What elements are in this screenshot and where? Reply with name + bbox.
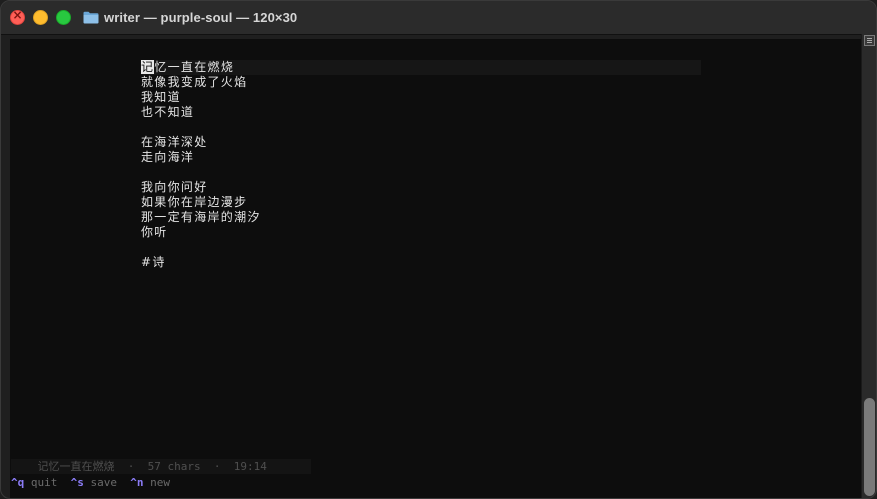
shortcut-label-save: save: [90, 476, 118, 489]
status-title: 记忆一直在燃烧: [37, 460, 115, 473]
close-window-button[interactable]: [10, 8, 25, 25]
folder-icon: [83, 11, 99, 23]
shortcut-key-save[interactable]: ^s: [71, 476, 84, 489]
editor-line[interactable]: 我知道: [141, 90, 701, 105]
scrollbar-thumb[interactable]: [864, 398, 875, 496]
shortcut-key-quit[interactable]: ^q: [11, 476, 24, 489]
editor-line[interactable]: 走向海洋: [141, 150, 701, 165]
window-title-group: writer — purple-soul — 120×30: [83, 8, 297, 26]
editor-line[interactable]: 在海洋深处: [141, 135, 701, 150]
vertical-scrollbar[interactable]: [861, 34, 876, 498]
editor-line[interactable]: [141, 165, 701, 180]
shortcut-label-quit: quit: [30, 476, 58, 489]
editor-line[interactable]: 如果你在岸边漫步: [141, 195, 701, 210]
editor-line[interactable]: 那一定有海岸的潮汐: [141, 210, 701, 225]
window-title: writer — purple-soul — 120×30: [104, 9, 298, 25]
shortcut-key-new[interactable]: ^n: [130, 476, 143, 489]
shortcut-label-new: new: [150, 476, 170, 489]
editor-line-text: 忆一直在燃烧: [154, 60, 235, 74]
status-bar: 记忆一直在燃烧 · 57 chars · 19:14: [11, 459, 311, 474]
text-cursor: 记: [141, 60, 155, 74]
editor-line[interactable]: [141, 240, 701, 255]
editor-line[interactable]: 我向你问好: [141, 180, 701, 195]
scrollbar-menu-icon[interactable]: [864, 35, 875, 46]
editor-line[interactable]: 也不知道: [141, 105, 701, 120]
editor-line-current[interactable]: 记忆一直在燃烧: [141, 60, 701, 75]
shortcut-bar: ^q quit ^s save ^n new: [11, 475, 170, 491]
title-bar: writer — purple-soul — 120×30: [1, 1, 876, 35]
text-editor[interactable]: 记忆一直在燃烧 就像我变成了火焰 我知道 也不知道 在海洋深处 走向海洋 我向你…: [141, 60, 701, 270]
status-char-count: 57 chars: [147, 460, 201, 473]
zoom-window-button[interactable]: [56, 10, 71, 25]
minimize-window-button[interactable]: [33, 10, 48, 25]
editor-line-tag[interactable]: #诗: [141, 255, 701, 270]
editor-line[interactable]: 你听: [141, 225, 701, 240]
status-time: 19:14: [233, 460, 267, 473]
editor-line[interactable]: 就像我变成了火焰: [141, 75, 701, 90]
editor-line[interactable]: [141, 120, 701, 135]
terminal-window: writer — purple-soul — 120×30 记忆一直在燃烧 就像…: [0, 0, 877, 499]
